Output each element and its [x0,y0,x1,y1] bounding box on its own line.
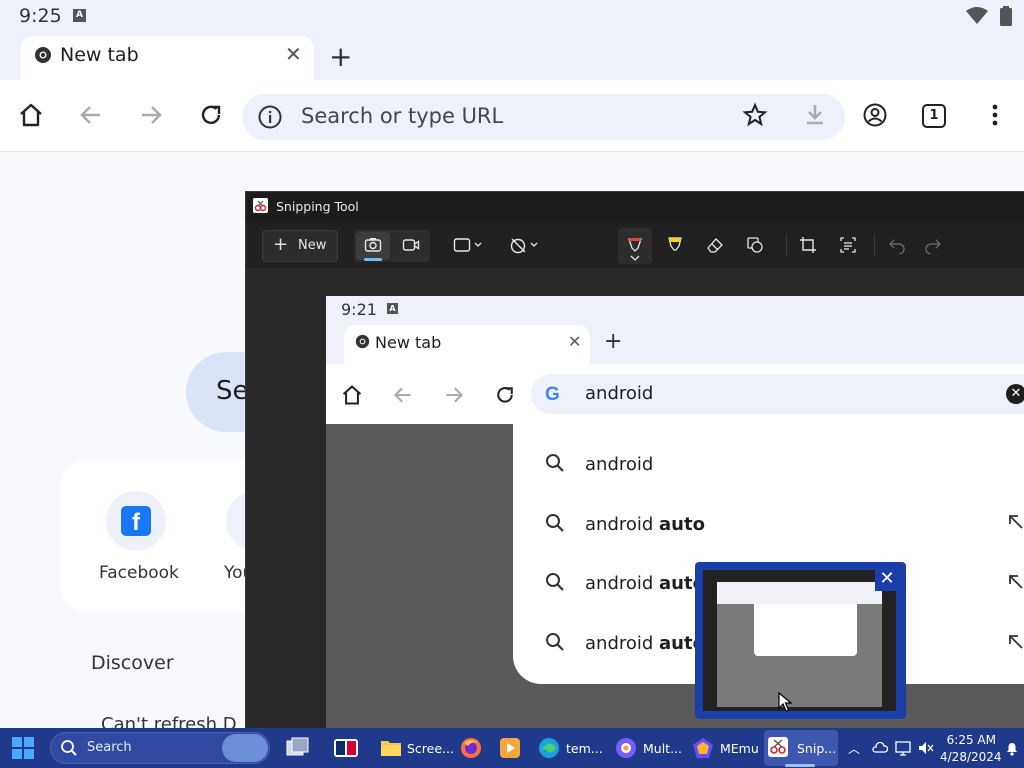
status-bar [0,0,1024,32]
search-icon [61,740,77,756]
facebook-icon: f [121,506,151,536]
inner-clear-icon: ✕ [1006,384,1024,404]
taskbar-app-label[interactable]: Scree... [407,741,454,756]
multi-memu-icon[interactable] [615,737,637,759]
home-icon[interactable] [18,102,44,128]
new-snip-label: New [298,238,327,253]
suggestion-item: android auto [585,514,705,535]
bookmark-star-icon[interactable] [742,102,768,128]
inner-back-icon [393,387,411,403]
clock-time[interactable]: 6:25 AM [944,733,996,747]
suggestion-item: android auto [585,573,705,594]
taskbar-app-label[interactable]: Snip... [797,741,836,756]
battery-icon [1000,6,1012,26]
new-tab-button[interactable]: + [329,40,352,73]
taskbar-app-label[interactable]: Mult... [643,741,682,756]
inner-close-tab-icon: ✕ [568,332,582,351]
status-time: 9:25 [19,5,62,27]
taskbar-search-placeholder: Search [87,740,132,755]
thumbnail-preview-suggestions [754,604,857,656]
suggestion-item: android [585,454,654,475]
file-explorer-icon[interactable] [380,738,402,758]
notification-bell-icon[interactable] [1004,740,1020,756]
selected-indicator [364,258,382,261]
snipping-tool-taskbar-icon[interactable] [768,737,788,757]
ntp-search-text: Se [216,376,249,406]
suggestion-item: android auto [585,633,705,654]
highlighter-icon[interactable] [666,236,684,254]
taskbar-app-label[interactable]: tem... [566,741,603,756]
wifi-icon [966,7,988,24]
clock-date[interactable]: 4/28/2024 [940,750,1002,764]
cloud-sync-icon[interactable] [872,740,888,756]
shapes-icon[interactable] [746,236,764,254]
inner-new-tab-icon: + [604,329,623,354]
close-thumbnail-icon[interactable]: ✕ [875,567,899,591]
append-arrow-icon [1009,515,1023,529]
thumbnail-preview-header [717,582,882,604]
forward-icon[interactable] [138,102,164,128]
inner-forward-icon [446,387,464,403]
inner-status-bar [326,296,1024,322]
discover-heading: Discover [91,652,174,674]
eraser-icon[interactable] [706,236,724,254]
google-g-icon: G [545,384,560,405]
active-indicator [785,764,815,767]
taskbar-app-label[interactable]: MEmu [720,741,759,756]
volume-muted-icon[interactable] [918,740,934,756]
inner-chrome-icon [355,334,370,349]
search-icon [546,633,564,651]
omnibox-placeholder[interactable]: Search or type URL [301,104,503,128]
ballpoint-pen-icon[interactable] [626,236,644,262]
notification-a-icon: A [73,9,86,22]
snipping-tool-logo-icon [253,198,268,213]
search-icon [546,573,564,591]
windows-start-icon[interactable] [12,737,34,759]
media-player-icon[interactable] [499,737,521,759]
plus-icon: + [273,234,289,255]
inner-home-icon [342,385,362,405]
task-view-icon[interactable] [286,737,310,759]
snip-window-title: Snipping Tool [276,199,359,214]
inner-notification-a-icon: A [387,303,398,314]
mlb-app-icon[interactable] [334,739,358,757]
tab-switcher-button[interactable]: 1 [922,104,946,128]
toolbar-divider [786,234,787,256]
tray-overflow-chevron-icon[interactable]: ︿ [848,740,860,757]
redo-icon[interactable] [924,236,942,254]
close-tab-icon[interactable]: ✕ [285,42,302,66]
chrome-icon [35,47,51,63]
info-icon[interactable] [257,104,283,130]
toolbar-divider [874,234,875,256]
network-icon[interactable] [895,740,911,756]
edge-icon[interactable] [538,737,560,759]
back-icon[interactable] [78,102,104,128]
firefox-icon[interactable] [460,737,482,759]
inner-reload-icon [497,387,513,403]
inner-status-time: 9:21 [341,300,377,319]
undo-icon[interactable] [888,236,906,254]
tab-title: New tab [60,44,139,66]
rectangle-mode-icon[interactable] [453,236,485,254]
search-icon [546,514,564,532]
more-menu-icon[interactable] [982,102,1008,128]
account-icon[interactable] [862,102,888,128]
download-icon[interactable] [802,102,828,128]
inner-tab-title: New tab [375,333,442,352]
mouse-cursor-icon [778,692,792,712]
memu-icon[interactable] [692,737,714,759]
inner-omnibox-text: android [585,383,654,404]
no-delay-icon[interactable] [509,236,541,254]
append-arrow-icon [1009,635,1023,649]
shortcut-label: Facebook [99,563,179,583]
text-actions-icon[interactable] [839,236,857,254]
video-icon[interactable] [402,236,420,254]
search-highlight-icon [222,734,268,762]
reload-icon[interactable] [198,102,224,128]
snip-titlebar[interactable] [246,192,1024,222]
crop-icon[interactable] [799,236,817,254]
append-arrow-icon [1009,575,1023,589]
search-icon [546,454,564,472]
camera-icon[interactable] [364,236,382,254]
